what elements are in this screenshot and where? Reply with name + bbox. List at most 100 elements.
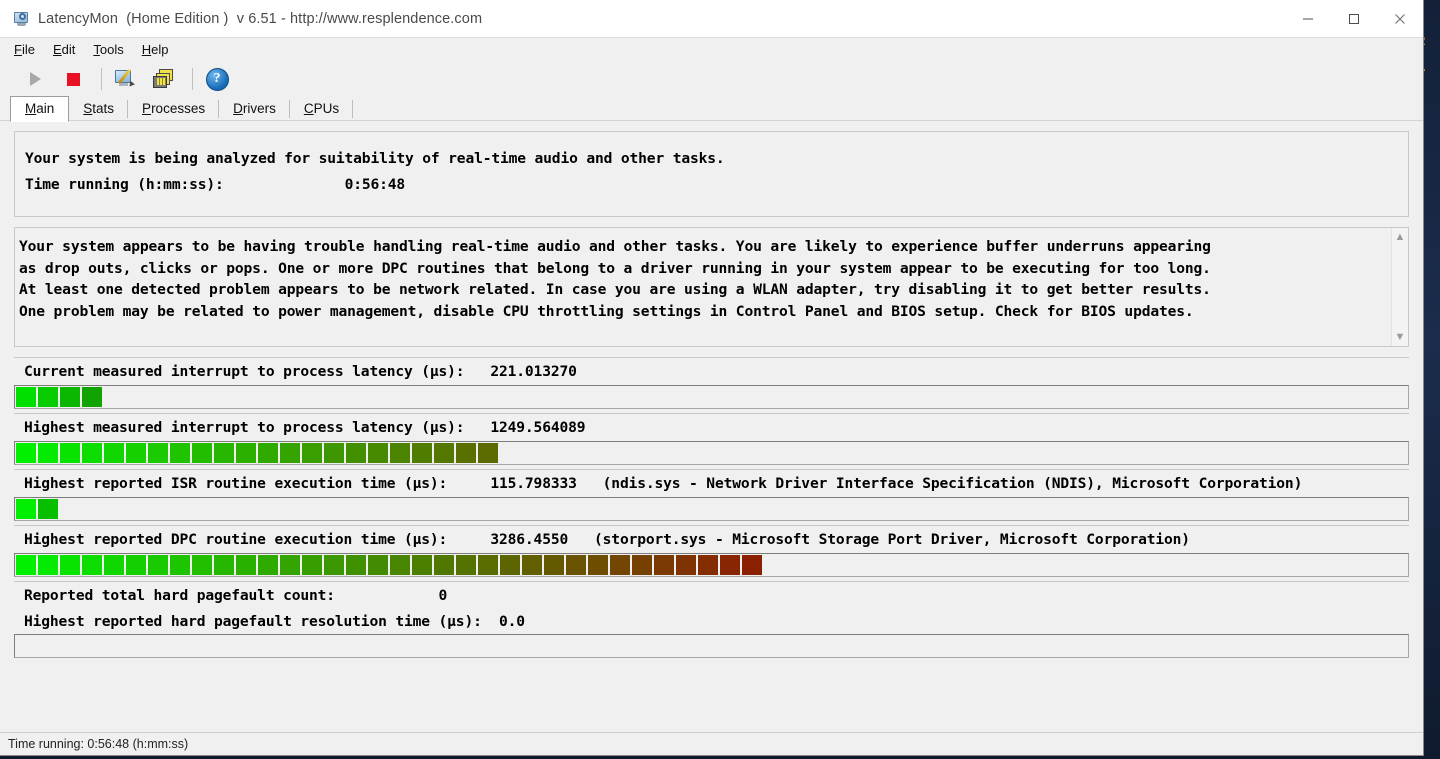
metric-bar-segment xyxy=(632,555,652,575)
metric-bar-segment xyxy=(302,555,322,575)
metric-bar-segment xyxy=(500,555,520,575)
metric-detail: (ndis.sys - Network Driver Interface Spe… xyxy=(602,475,1303,492)
metric-bar-segment xyxy=(60,387,80,407)
metric-bar-segment xyxy=(390,555,410,575)
stop-button[interactable] xyxy=(56,64,90,94)
alert-text: Your system appears to be having trouble… xyxy=(15,228,1391,346)
metric-bar-segment xyxy=(676,555,696,575)
metric-row: Highest reported ISR routine execution t… xyxy=(14,469,1409,521)
menu-item-edit[interactable]: Edit xyxy=(53,38,75,62)
tab-drivers[interactable]: Drivers xyxy=(219,97,290,121)
metric-bar-segment xyxy=(280,555,300,575)
pagefault-time-label: Highest reported hard pagefault resoluti… xyxy=(24,612,482,630)
metric-bar-segment xyxy=(434,555,454,575)
time-running-label: Time running (h:mm:ss): xyxy=(25,176,224,193)
metric-bar-segment xyxy=(16,387,36,407)
menu-item-tools[interactable]: Tools xyxy=(93,38,123,62)
time-running-value: 0:56:48 xyxy=(344,176,406,193)
menu-bar: File Edit Tools Help xyxy=(0,37,1423,62)
minimize-button[interactable] xyxy=(1285,0,1331,37)
metric-bar-segment xyxy=(126,555,146,575)
metric-bar-segment xyxy=(214,443,234,463)
toolbar-separator-2 xyxy=(192,68,193,90)
metric-bar-segment xyxy=(38,555,58,575)
metric-bar-segment xyxy=(104,555,124,575)
metric-bar-segment xyxy=(368,443,388,463)
screen: R A LatencyMon (Home Edition ) v 6.51 - … xyxy=(0,0,1440,759)
metric-detail: (storport.sys - Microsoft Storage Port D… xyxy=(594,531,1190,548)
metric-bar-segment xyxy=(38,499,58,519)
chevron-up-icon[interactable]: ▲ xyxy=(1395,232,1406,243)
pagefault-count-row: Reported total hard pagefault count: 0 xyxy=(14,582,1409,608)
help-button[interactable]: ? xyxy=(200,64,234,94)
menu-item-edit-label: dit xyxy=(61,42,76,57)
metric-bar-segment xyxy=(82,443,102,463)
metric-bar-segment xyxy=(456,443,476,463)
time-running-row: Time running (h:mm:ss): 0:56:48 xyxy=(25,172,1408,198)
metric-bar-segment xyxy=(346,443,366,463)
start-button[interactable] xyxy=(18,64,52,94)
metric-bar-segment xyxy=(456,555,476,575)
metric-bar-segment xyxy=(192,443,212,463)
tab-bar: Main Stats Processes Drivers CPUs xyxy=(0,96,1423,122)
metric-bar-track xyxy=(14,497,1409,521)
metric-bar-segment xyxy=(566,555,586,575)
latencymon-app-icon xyxy=(14,11,30,27)
metric-bar-segment xyxy=(588,555,608,575)
metric-label-text: Highest measured interrupt to process la… xyxy=(24,419,465,436)
help-circle-icon: ? xyxy=(205,67,229,91)
metric-row: Highest reported DPC routine execution t… xyxy=(14,525,1409,577)
tab-processes[interactable]: Processes xyxy=(128,97,220,121)
metric-bar-track xyxy=(14,441,1409,465)
menu-item-help[interactable]: Help xyxy=(142,38,169,62)
tab-main[interactable]: Main xyxy=(10,96,70,122)
metric-bar-track xyxy=(14,385,1409,409)
latencymon-window: LatencyMon (Home Edition ) v 6.51 - http… xyxy=(0,0,1424,756)
alert-scrollbar[interactable]: ▲ ▼ xyxy=(1391,228,1408,346)
metric-bar-segment xyxy=(38,387,58,407)
metric-bar-segment xyxy=(412,555,432,575)
metric-label-text: Current measured interrupt to process la… xyxy=(24,363,465,380)
metric-label: Current measured interrupt to process la… xyxy=(14,358,1409,385)
metric-label-pad xyxy=(464,363,490,380)
metric-label-pad xyxy=(464,419,490,436)
tab-stats[interactable]: Stats xyxy=(69,97,128,121)
metric-bar-segment xyxy=(82,387,102,407)
metric-bar-segment xyxy=(544,555,564,575)
metric-label: Highest measured interrupt to process la… xyxy=(14,414,1409,441)
metric-value: 1249.564089 xyxy=(490,419,586,436)
metric-bar-segment xyxy=(60,443,80,463)
alert-line-2: as drop outs, clicks or pops. One or mor… xyxy=(19,259,1211,277)
metric-label: Highest reported DPC routine execution t… xyxy=(14,526,1409,553)
metric-bar-segment xyxy=(38,443,58,463)
maximize-button[interactable] xyxy=(1331,0,1377,37)
menu-item-file-label: ile xyxy=(21,42,35,57)
metric-row: Highest measured interrupt to process la… xyxy=(14,413,1409,465)
metric-bar-segment xyxy=(742,555,762,575)
screen-pencil-icon xyxy=(115,68,137,89)
tab-cpus[interactable]: CPUs xyxy=(290,97,354,121)
metric-bar-segment xyxy=(192,555,212,575)
metric-bar-segment xyxy=(698,555,718,575)
metric-bar-segment xyxy=(148,555,168,575)
cascade-windows-icon xyxy=(153,69,175,89)
metric-bar-segment xyxy=(16,499,36,519)
window-controls xyxy=(1285,0,1423,37)
metric-bar-segment xyxy=(104,443,124,463)
metric-bar-segment xyxy=(610,555,630,575)
metric-bar-segment xyxy=(434,443,454,463)
report-button[interactable] xyxy=(109,64,143,94)
windows-button[interactable] xyxy=(147,64,181,94)
toolbar-separator-1 xyxy=(101,68,102,90)
chevron-down-icon[interactable]: ▼ xyxy=(1395,332,1406,343)
pagefault-count-label: Reported total hard pagefault count: xyxy=(24,586,335,604)
menu-item-tools-label: ools xyxy=(99,42,124,57)
alert-line-3: At least one detected problem appears to… xyxy=(19,281,1211,298)
plain-metric-row-1: Reported total hard pagefault count: 0 xyxy=(14,581,1409,608)
metric-bar-segment xyxy=(148,443,168,463)
menu-item-file[interactable]: File xyxy=(14,38,35,62)
alert-panel: Your system appears to be having trouble… xyxy=(14,227,1409,347)
metric-bar-segment xyxy=(412,443,432,463)
main-panel: Your system is being analyzed for suitab… xyxy=(0,121,1423,732)
close-button[interactable] xyxy=(1377,0,1423,37)
